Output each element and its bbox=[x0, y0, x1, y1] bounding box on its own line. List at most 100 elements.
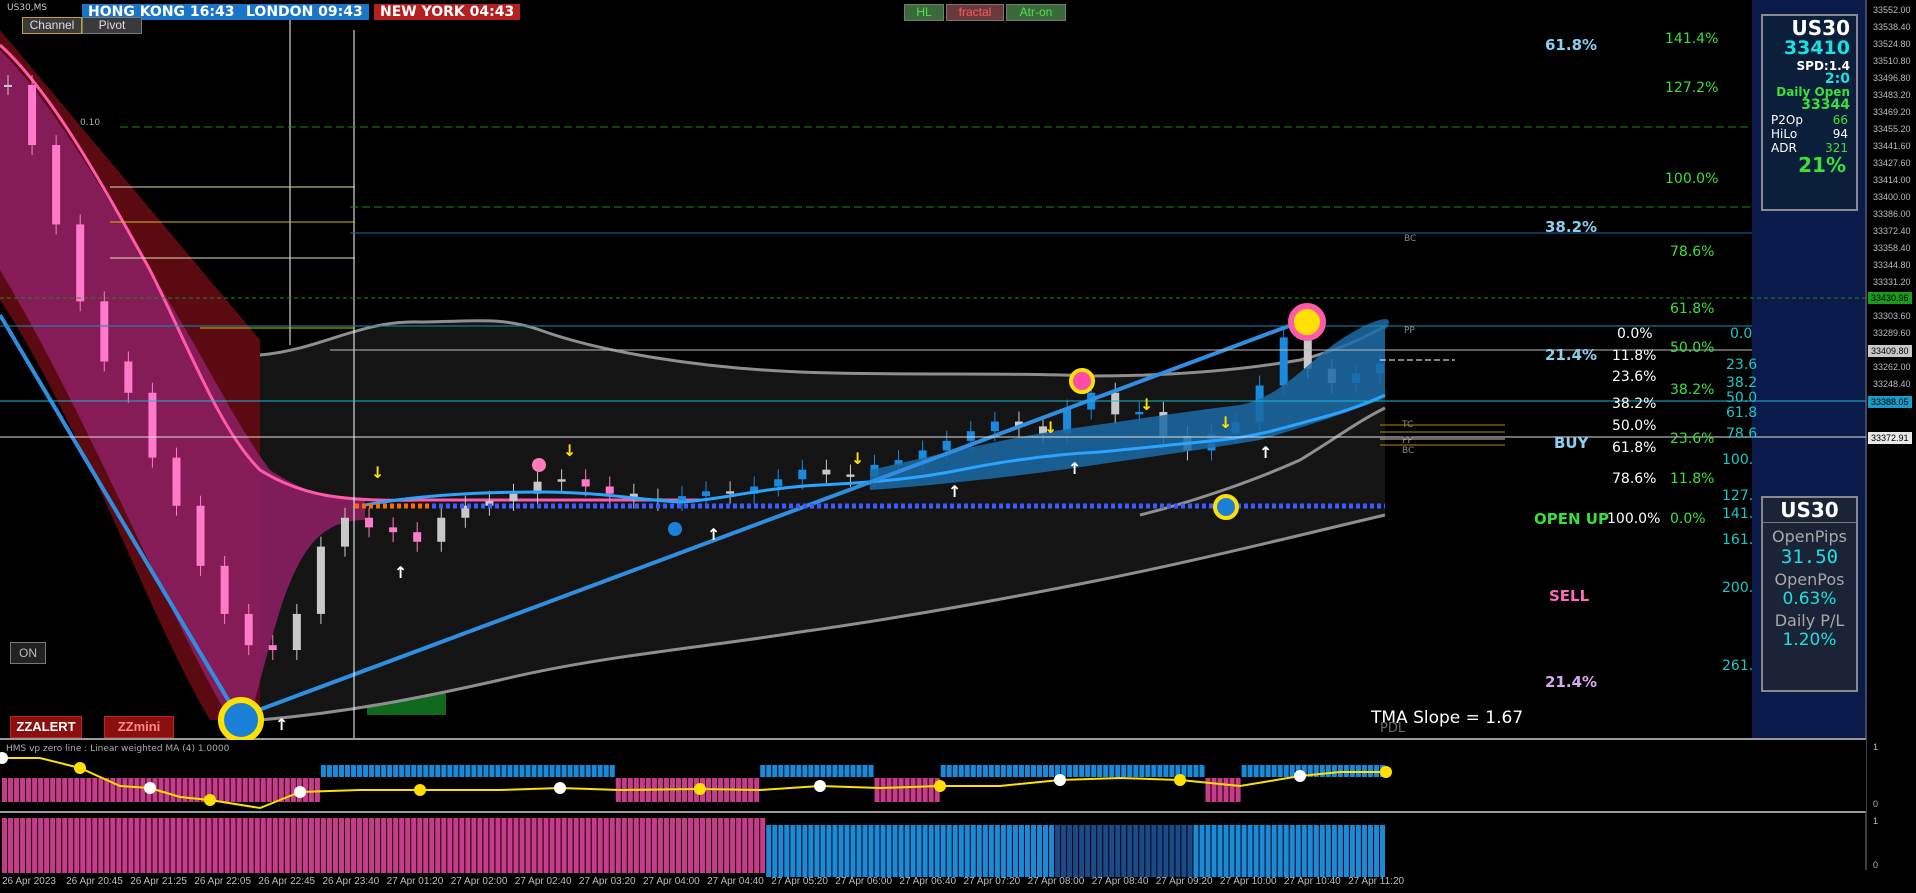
histogram-bar bbox=[1193, 765, 1199, 777]
histogram-bar bbox=[1006, 825, 1012, 877]
histogram-bar bbox=[248, 778, 254, 802]
histogram-bar bbox=[898, 778, 904, 802]
candle bbox=[244, 613, 253, 646]
time-axis-label: 27 Apr 08:40 bbox=[1091, 876, 1149, 887]
histogram-bar bbox=[754, 818, 760, 873]
histogram-bar bbox=[958, 825, 964, 877]
histogram-bar bbox=[200, 818, 206, 873]
histogram-bar bbox=[555, 818, 561, 873]
price-axis-label: 33262.00 bbox=[1873, 362, 1911, 372]
histogram-bar bbox=[525, 765, 531, 777]
down-arrow-icon: ↓ bbox=[1219, 413, 1232, 432]
histogram-bar bbox=[1265, 825, 1271, 877]
histogram-bar bbox=[802, 765, 808, 777]
histogram-bar bbox=[585, 765, 591, 777]
channel-fill bbox=[260, 320, 1385, 720]
histogram-bar bbox=[501, 818, 507, 873]
histogram-bar bbox=[26, 778, 32, 802]
histogram-bar bbox=[363, 818, 369, 873]
histogram-bar bbox=[1367, 825, 1373, 877]
time-axis-label: 27 Apr 06:00 bbox=[835, 876, 893, 887]
histogram-bar bbox=[1006, 765, 1012, 777]
down-arrow-icon: ↓ bbox=[1140, 395, 1153, 414]
atr-button[interactable]: Atr-on bbox=[1006, 4, 1066, 21]
fib-cyan-236: 23.6 bbox=[1726, 357, 1758, 373]
histogram-bar bbox=[814, 765, 820, 777]
price-axis-label: 33455.20 bbox=[1873, 124, 1911, 134]
histogram-bar bbox=[748, 818, 754, 873]
pivot-pp2-label: PP bbox=[1402, 436, 1413, 446]
pivot-button[interactable]: Pivot bbox=[82, 17, 142, 34]
histogram-bar bbox=[507, 765, 513, 777]
on-button[interactable]: ON bbox=[10, 642, 46, 664]
histogram-bar bbox=[1055, 825, 1061, 877]
histogram-bar bbox=[44, 778, 50, 802]
histogram-bar bbox=[874, 778, 880, 802]
histogram-bar bbox=[1091, 825, 1097, 877]
price-highlight: 33388.05 bbox=[1868, 396, 1912, 408]
histogram-bar bbox=[1043, 825, 1049, 877]
candle bbox=[966, 431, 975, 441]
histogram-bar bbox=[387, 765, 393, 777]
histogram-bar bbox=[1121, 825, 1127, 877]
channel-button[interactable]: Channel bbox=[22, 17, 82, 34]
candle bbox=[942, 440, 951, 451]
histogram-bar bbox=[1337, 825, 1343, 877]
zzmini-button[interactable]: ZZmini bbox=[104, 716, 174, 738]
price-axis-label: 33483.20 bbox=[1873, 90, 1911, 100]
subwindow-1-label: HMS vp zero line : Linear weighted MA (4… bbox=[6, 744, 230, 754]
histogram-bar bbox=[1271, 825, 1277, 877]
histogram-bar bbox=[465, 765, 471, 777]
up-arrow-icon: ↑ bbox=[1259, 443, 1272, 462]
histogram-bar bbox=[826, 765, 832, 777]
histogram-bar bbox=[976, 765, 982, 777]
time-axis-label: 26 Apr 23:40 bbox=[322, 876, 380, 887]
trade-info-panel: US30 OpenPips 31.50 OpenPos 0.63% Daily … bbox=[1761, 496, 1858, 692]
histogram-bar bbox=[1079, 765, 1085, 777]
histogram-bar bbox=[1061, 825, 1067, 877]
histogram-bar bbox=[543, 818, 549, 873]
candle bbox=[798, 469, 807, 480]
pivot-bc-label: BC bbox=[1404, 234, 1417, 244]
histogram-bar bbox=[38, 778, 44, 802]
histogram-bar bbox=[164, 818, 170, 873]
session-newyork: NEW YORK 04:43 bbox=[374, 4, 521, 20]
candle bbox=[605, 486, 614, 494]
price-highlight: 33409.80 bbox=[1868, 345, 1912, 357]
histogram-bar bbox=[393, 765, 399, 777]
symbol-info-panel: US30 33410 SPD:1.4 2:0 Daily Open 33344 … bbox=[1761, 14, 1858, 211]
sub2-axis-top: 1 bbox=[1873, 816, 1879, 826]
histogram-bar bbox=[1049, 825, 1055, 877]
histogram-bar bbox=[417, 765, 423, 777]
histogram-bar bbox=[1223, 825, 1229, 877]
fractal-button[interactable]: fractal bbox=[946, 4, 1004, 21]
histogram-bar bbox=[477, 818, 483, 873]
histogram-bar bbox=[278, 818, 284, 873]
histogram-bar bbox=[850, 825, 856, 877]
zzalert-button[interactable]: ZZALERT bbox=[10, 716, 82, 738]
hilo-value: 94 bbox=[1832, 127, 1848, 141]
histogram-bar bbox=[314, 818, 320, 873]
histogram-bar bbox=[1169, 765, 1175, 777]
histogram-bar bbox=[772, 825, 778, 877]
histogram-bar bbox=[1355, 825, 1361, 877]
histogram-bar bbox=[1325, 825, 1331, 877]
candle bbox=[581, 479, 590, 487]
time-axis-label: 27 Apr 10:40 bbox=[1284, 876, 1341, 887]
histogram-bar bbox=[459, 818, 465, 873]
histogram-bar bbox=[832, 765, 838, 777]
panel2-symbol: US30 bbox=[1763, 498, 1856, 523]
histogram-bar bbox=[236, 818, 242, 873]
histogram-bar bbox=[1139, 825, 1145, 877]
signal-dot bbox=[74, 762, 86, 774]
histogram-bar bbox=[675, 818, 681, 873]
histogram-bar bbox=[1235, 778, 1241, 802]
signal-dot bbox=[814, 780, 826, 792]
histogram-bar bbox=[56, 778, 62, 802]
histogram-bar bbox=[603, 818, 609, 873]
histogram-bar bbox=[970, 825, 976, 877]
histogram-bar bbox=[844, 825, 850, 877]
histogram-bar bbox=[14, 818, 20, 873]
hl-button[interactable]: HL bbox=[904, 4, 944, 21]
histogram-bar bbox=[790, 765, 796, 777]
